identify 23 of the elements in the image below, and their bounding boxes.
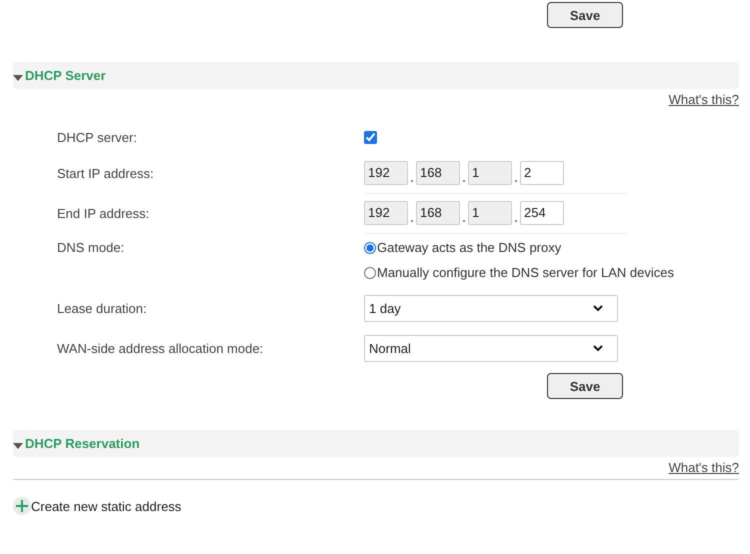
radio-button[interactable]	[364, 242, 376, 254]
save-button[interactable]: Save	[547, 2, 623, 28]
field-label: DNS mode:	[57, 240, 126, 255]
radio-option[interactable]: Gateway acts as the DNS proxy	[364, 240, 674, 255]
dropdown[interactable]: 1 day	[364, 294, 618, 322]
radio-button[interactable]	[364, 266, 376, 278]
field-label: End IP address:	[57, 206, 150, 220]
plus-icon	[13, 497, 31, 515]
field-label: WAN-side address allocation mode:	[57, 340, 264, 356]
help-link[interactable]: What's this?	[668, 460, 739, 479]
chevron-down-icon	[593, 304, 603, 312]
field-label: Start IP address:	[57, 166, 155, 180]
field-label: DHCP server:	[57, 130, 138, 144]
ip-octet-field[interactable]: 2	[520, 160, 564, 184]
ip-octet-field[interactable]: 254	[520, 200, 564, 224]
field-label: Lease duration:	[57, 300, 148, 316]
chevron-down-icon	[593, 344, 603, 352]
create-link[interactable]: Create new static address	[13, 497, 182, 515]
help-link[interactable]: What's this?	[668, 92, 739, 109]
save-button[interactable]: Save	[547, 373, 623, 399]
checkbox[interactable]	[364, 130, 377, 144]
radio-option[interactable]: Manually configure the DNS server for LAN devices	[364, 265, 674, 280]
dropdown[interactable]: Normal	[364, 334, 618, 362]
